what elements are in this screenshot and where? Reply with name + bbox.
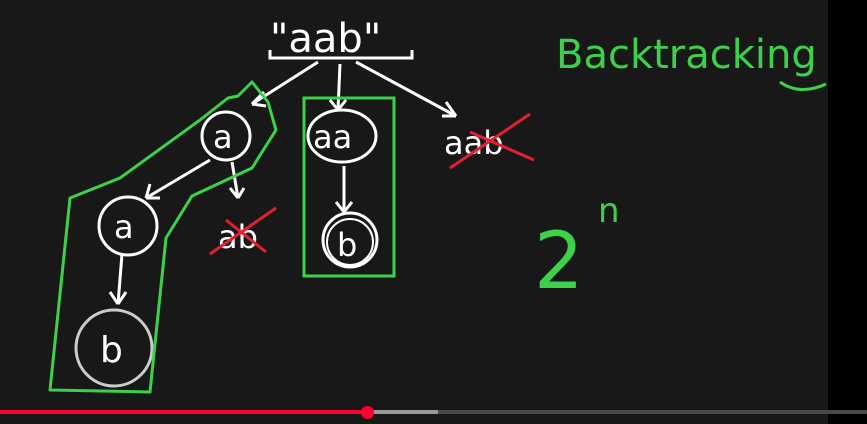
whiteboard-drawing: "aab" a aa aab a ab b b Backtracking 2 n — [48, 16, 827, 394]
node-label-level1-a: a — [213, 118, 233, 156]
backtracking-title: Backtracking — [556, 32, 817, 78]
node-label-level3-b: b — [100, 330, 123, 371]
level2-a-branch — [108, 253, 128, 305]
root-branches — [250, 60, 458, 118]
aa-branch — [334, 166, 354, 213]
node-label-level1-aa: aa — [313, 118, 352, 156]
letterbox-bar — [828, 0, 867, 424]
complexity-exponent: n — [598, 191, 620, 231]
progress-scrubber-handle[interactable] — [360, 406, 374, 419]
node-label-mid-b: b — [337, 226, 357, 264]
complexity-base: 2 — [534, 217, 584, 307]
root-string-label: "aab" — [270, 16, 381, 62]
video-progress-bar[interactable] — [0, 403, 867, 421]
progress-played — [0, 410, 367, 414]
video-player[interactable]: "aab" a aa aab a ab b b Backtracking 2 n — [0, 0, 867, 424]
title-underline — [779, 80, 827, 91]
node-label-level2-a: a — [114, 208, 134, 246]
